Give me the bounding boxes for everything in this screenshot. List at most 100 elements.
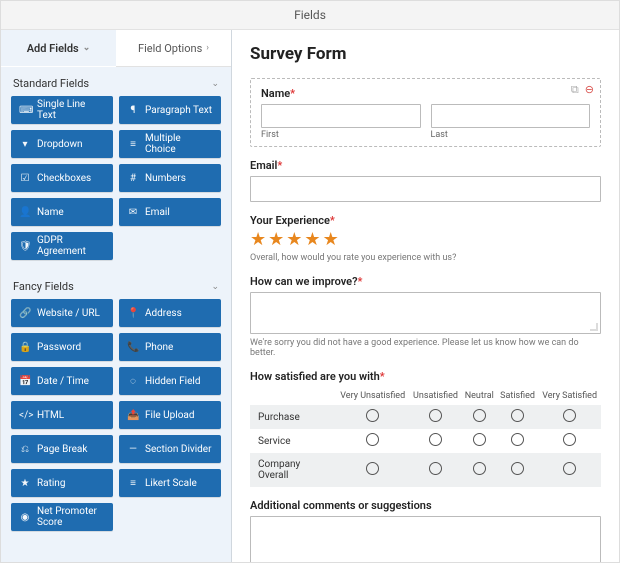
radio-icon[interactable] xyxy=(473,433,486,446)
likert-cell[interactable] xyxy=(497,429,538,453)
duplicate-icon[interactable]: ⧉ xyxy=(571,83,579,97)
likert-cell[interactable] xyxy=(538,453,601,487)
likert-cell[interactable] xyxy=(538,405,601,429)
first-name-input[interactable] xyxy=(261,104,421,128)
likert-cell[interactable] xyxy=(462,453,497,487)
field-type-icon: ▾ xyxy=(19,139,31,150)
field-type-label: Checkboxes xyxy=(37,173,91,184)
radio-icon[interactable] xyxy=(563,409,576,422)
field-type-button[interactable]: ◌Hidden Field xyxy=(119,367,221,395)
likert-cell[interactable] xyxy=(409,405,461,429)
required-mark: * xyxy=(330,214,335,227)
field-name[interactable]: ⧉ ⊖ Name* First Last xyxy=(250,78,601,147)
field-type-button[interactable]: ✉Email xyxy=(119,198,221,226)
field-type-button[interactable]: 👤Name xyxy=(11,198,113,226)
field-type-label: Section Divider xyxy=(145,444,211,455)
likert-row-label: Purchase xyxy=(250,405,336,429)
field-type-button[interactable]: ⎌Page Break xyxy=(11,435,113,463)
field-type-button[interactable]: 🔒Password xyxy=(11,333,113,361)
likert-cell[interactable] xyxy=(336,429,409,453)
field-type-button[interactable]: 📍Address xyxy=(119,299,221,327)
likert-cell[interactable] xyxy=(336,405,409,429)
field-type-button[interactable]: 📞Phone xyxy=(119,333,221,361)
improve-textarea[interactable] xyxy=(250,292,601,334)
radio-icon[interactable] xyxy=(429,462,442,475)
field-type-button[interactable]: 🔗Website / URL xyxy=(11,299,113,327)
field-type-label: GDPR Agreement xyxy=(37,235,105,257)
star-icon[interactable]: ★ xyxy=(268,231,284,249)
field-type-button[interactable]: 📅Date / Time xyxy=(11,367,113,395)
tab-add-fields[interactable]: Add Fields ⌄ xyxy=(1,30,116,66)
field-type-icon: ◉ xyxy=(19,512,31,523)
field-type-icon: ◌ xyxy=(127,376,139,387)
tab-field-options[interactable]: Field Options › xyxy=(116,30,231,67)
required-mark: * xyxy=(380,370,385,383)
last-name-input[interactable] xyxy=(431,104,591,128)
panel-title: Fields xyxy=(1,1,619,30)
field-type-button[interactable]: ☑Checkboxes xyxy=(11,164,113,192)
field-type-label: Multiple Choice xyxy=(145,133,213,155)
radio-icon[interactable] xyxy=(473,409,486,422)
left-panel: Add Fields ⌄ Field Options › Standard Fi… xyxy=(1,30,232,562)
field-type-label: Password xyxy=(37,342,81,353)
radio-icon[interactable] xyxy=(366,462,379,475)
star-icon[interactable]: ★ xyxy=(286,231,302,249)
radio-icon[interactable] xyxy=(563,462,576,475)
field-type-icon: 👤 xyxy=(19,207,31,218)
radio-icon[interactable] xyxy=(563,433,576,446)
radio-icon[interactable] xyxy=(366,409,379,422)
field-type-button[interactable]: ▾ Dropdown xyxy=(11,130,113,158)
likert-cell[interactable] xyxy=(462,405,497,429)
likert-cell[interactable] xyxy=(336,453,409,487)
delete-icon[interactable]: ⊖ xyxy=(585,83,594,97)
field-type-button[interactable]: ◉Net Promoter Score xyxy=(11,503,113,531)
field-improve[interactable]: How can we improve?* We're sorry you did… xyxy=(250,275,601,358)
required-mark: * xyxy=(290,87,295,100)
likert-cell[interactable] xyxy=(409,453,461,487)
comments-textarea[interactable] xyxy=(250,516,601,562)
radio-icon[interactable] xyxy=(511,409,524,422)
field-likert[interactable]: How satisfied are you with* Very Unsatis… xyxy=(250,370,601,487)
field-type-button[interactable]: ¶Paragraph Text xyxy=(119,96,221,124)
field-type-button[interactable]: ★Rating xyxy=(11,469,113,497)
field-type-button[interactable]: 🛡GDPR Agreement xyxy=(11,232,113,260)
radio-icon[interactable] xyxy=(366,433,379,446)
field-type-button[interactable]: —Section Divider xyxy=(119,435,221,463)
email-input[interactable] xyxy=(250,176,601,202)
field-type-icon: 📤 xyxy=(127,410,139,421)
field-type-label: Dropdown xyxy=(37,139,83,150)
field-comments[interactable]: Additional comments or suggestions xyxy=(250,499,601,562)
likert-row: Company Overall xyxy=(250,453,601,487)
star-icon[interactable]: ★ xyxy=(304,231,320,249)
field-type-button[interactable]: </>HTML xyxy=(11,401,113,429)
section-title: Standard Fields xyxy=(13,77,89,90)
field-email[interactable]: Email* xyxy=(250,159,601,202)
likert-cell[interactable] xyxy=(462,429,497,453)
field-type-button[interactable]: ≡Likert Scale xyxy=(119,469,221,497)
likert-cell[interactable] xyxy=(538,429,601,453)
radio-icon[interactable] xyxy=(429,409,442,422)
radio-icon[interactable] xyxy=(511,433,524,446)
radio-icon[interactable] xyxy=(473,462,486,475)
field-label: How satisfied are you with xyxy=(250,370,380,383)
field-type-button[interactable]: 📤File Upload xyxy=(119,401,221,429)
likert-col-header: Very Unsatisfied xyxy=(336,387,409,405)
section-fancy-head[interactable]: Fancy Fields ⌄ xyxy=(1,270,231,299)
section-standard-head[interactable]: Standard Fields ⌄ xyxy=(1,67,231,96)
likert-cell[interactable] xyxy=(497,453,538,487)
field-type-label: Email xyxy=(145,207,170,218)
rating-stars[interactable]: ★★★★★ xyxy=(250,231,601,249)
likert-cell[interactable] xyxy=(409,429,461,453)
star-icon[interactable]: ★ xyxy=(250,231,266,249)
star-icon[interactable]: ★ xyxy=(323,231,339,249)
field-type-icon: 🔗 xyxy=(19,308,31,319)
field-type-button[interactable]: #Numbers xyxy=(119,164,221,192)
chevron-right-icon: › xyxy=(206,43,209,53)
field-type-button[interactable]: ≡Multiple Choice xyxy=(119,130,221,158)
radio-icon[interactable] xyxy=(511,462,524,475)
likert-cell[interactable] xyxy=(497,405,538,429)
likert-row: Service xyxy=(250,429,601,453)
field-experience[interactable]: Your Experience* ★★★★★ Overall, how woul… xyxy=(250,214,601,263)
radio-icon[interactable] xyxy=(429,433,442,446)
field-type-button[interactable]: ⌨Single Line Text xyxy=(11,96,113,124)
